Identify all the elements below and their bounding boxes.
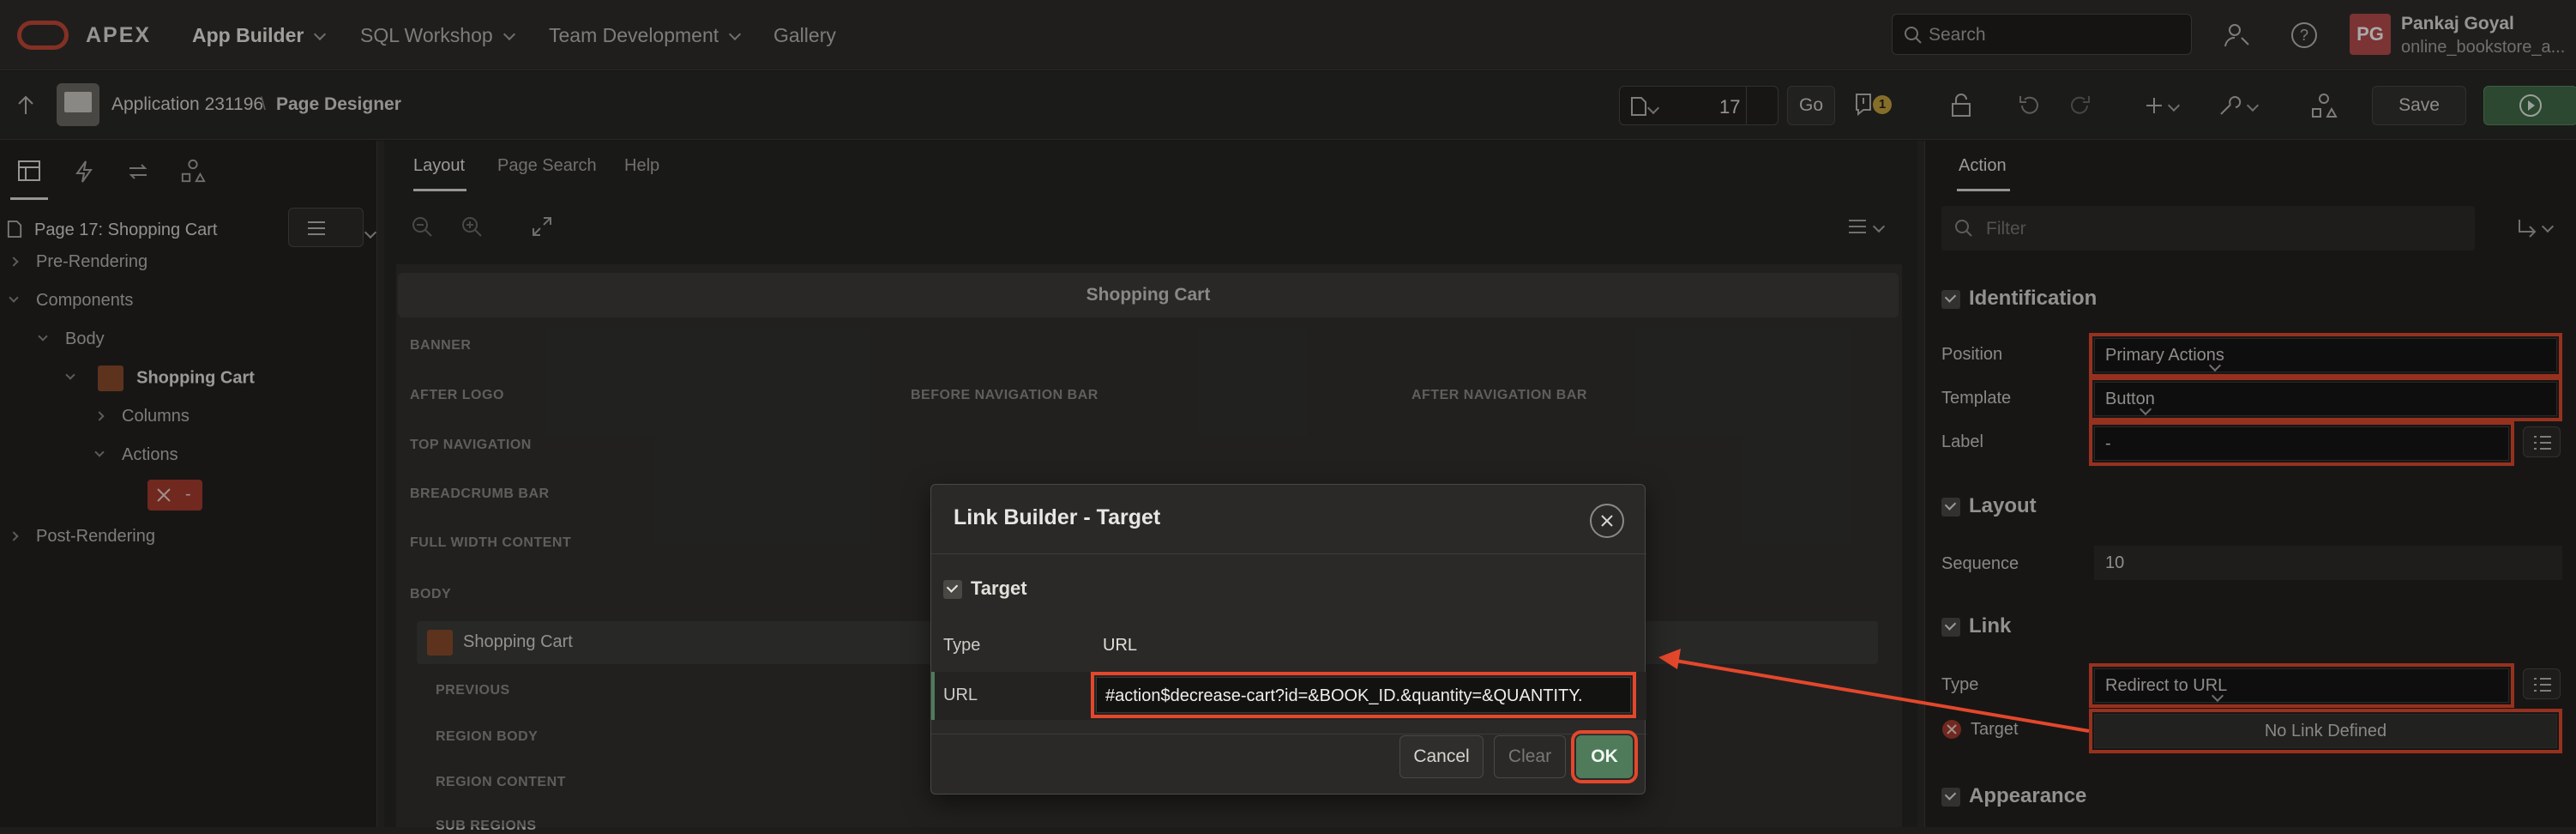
dialog-close-button[interactable] — [1590, 504, 1624, 538]
dialog-type-value[interactable]: URL — [1103, 636, 1137, 656]
dialog-url-input[interactable]: #action$decrease-cart?id=&BOOK_ID.&quant… — [1091, 672, 1636, 718]
dialog-section-target[interactable]: Target — [943, 577, 1027, 600]
dialog-type-label: Type — [943, 636, 981, 655]
dialog-url-label: URL — [943, 686, 978, 704]
cancel-button[interactable]: Cancel — [1399, 735, 1484, 778]
clear-button[interactable]: Clear — [1494, 735, 1566, 778]
close-icon — [1601, 515, 1613, 527]
link-builder-dialog: Link Builder - Target Target Type URL UR… — [930, 484, 1646, 795]
ok-button[interactable]: OK — [1571, 730, 1638, 783]
dialog-title: Link Builder - Target — [954, 505, 1161, 529]
